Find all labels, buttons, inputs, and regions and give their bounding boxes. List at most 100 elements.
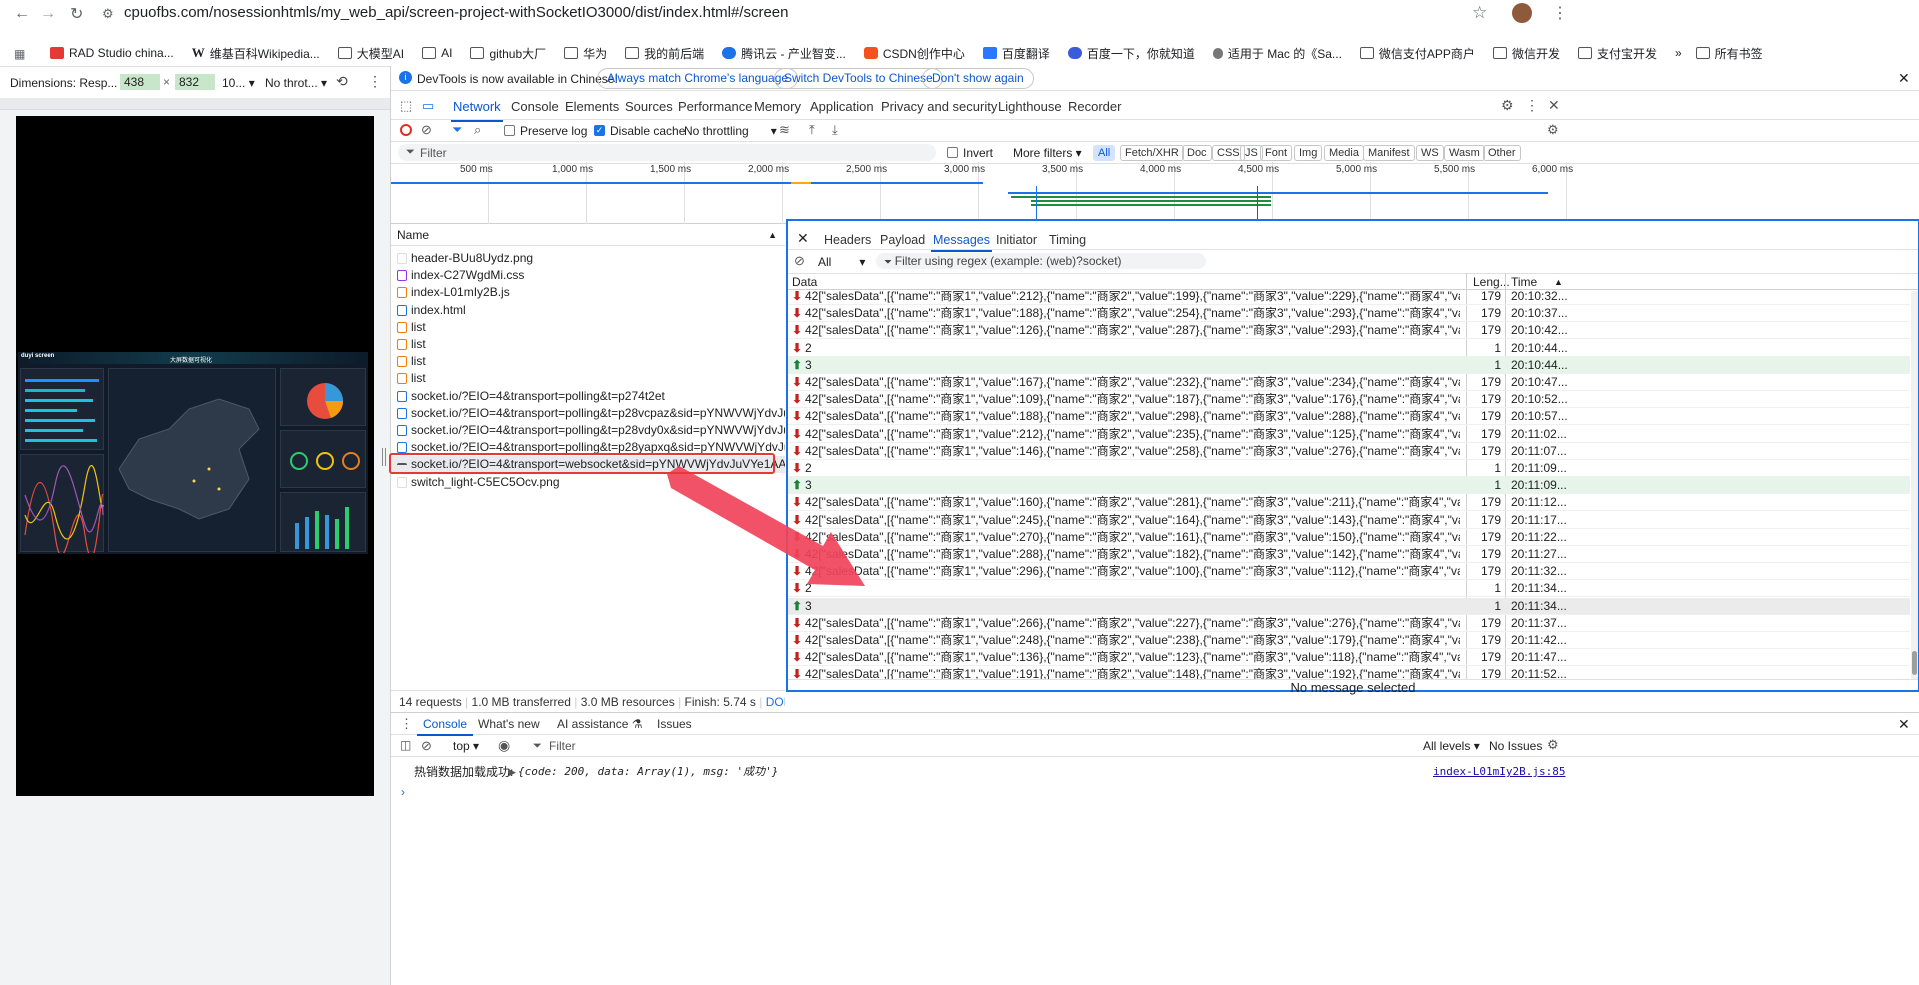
clear-icon[interactable]: ⊘	[421, 122, 432, 138]
message-row-received[interactable]: ⬇ 42["salesData",[{"name":"商家1","value":1…	[788, 443, 1910, 460]
timeline-overview[interactable]: 500 ms 1,000 ms 1,500 ms 2,000 ms 2,500 …	[391, 162, 1919, 224]
message-row-received[interactable]: ⬇ 42["salesData",[{"name":"商家1","value":1…	[788, 374, 1910, 391]
request-row[interactable]: list	[391, 336, 785, 353]
tab-application[interactable]: Application	[810, 99, 874, 114]
url-field[interactable]: cpuofbs.com/nosessionhtmls/my_web_api/sc…	[124, 4, 788, 21]
message-row-sent[interactable]: ⬆ 3 1 20:11:34...	[788, 597, 1910, 615]
tab-ai-assistance[interactable]: AI assistance ⚗	[557, 717, 642, 731]
requests-header[interactable]: Name ▲	[391, 224, 785, 246]
bookmark-folder[interactable]: 支付宝开发	[1577, 45, 1657, 62]
filter-type-img[interactable]: Img	[1294, 145, 1323, 161]
network-settings-icon[interactable]: ⚙	[1547, 122, 1559, 138]
bookmark-folder[interactable]: 微信支付APP商户	[1359, 45, 1475, 62]
bookmark-item[interactable]: 腾讯云 - 产业智变...	[722, 45, 846, 62]
filter-input[interactable]: ⏷ Filter	[398, 144, 936, 161]
bookmark-item[interactable]: 适用于 Mac 的《Sa...	[1212, 45, 1342, 62]
throttle-select[interactable]: No throt... ▾	[265, 76, 327, 90]
dimensions-select[interactable]: Dimensions: Resp... ▾	[10, 76, 127, 90]
settings-gear-icon[interactable]: ⚙	[1501, 97, 1514, 114]
console-settings-icon[interactable]: ⚙	[1547, 737, 1559, 753]
bookmark-item[interactable]: RAD Studio china...	[50, 46, 174, 60]
message-row-received[interactable]: ⬇42["salesData",[{"name":"商家1","value":2…	[788, 546, 1910, 563]
filter-icon[interactable]: ⏷	[452, 122, 462, 138]
resize-handle[interactable]	[382, 448, 386, 466]
site-info-icon[interactable]: ⚙	[102, 6, 114, 22]
clear-messages-icon[interactable]: ⊘	[794, 253, 805, 269]
filter-type-ws[interactable]: WS	[1416, 145, 1444, 161]
message-row-received[interactable]: ⬇ 2 1 20:10:44...	[788, 340, 1910, 357]
console-prompt-icon[interactable]: ›	[401, 785, 405, 799]
network-conditions-icon[interactable]: ≋	[779, 122, 790, 138]
tab-recorder[interactable]: Recorder	[1068, 99, 1121, 114]
bookmarks-overflow-button[interactable]: »	[1675, 46, 1682, 60]
switch-chinese-button[interactable]: Switch DevTools to Chinese	[774, 68, 943, 89]
import-har-icon[interactable]: ⤒	[809, 122, 815, 138]
log-source-link[interactable]: index-L01mIy2B.js:85	[1433, 763, 1565, 781]
close-drawer-icon[interactable]: ✕	[1898, 716, 1910, 733]
messages-scrollbar[interactable]	[1911, 291, 1918, 679]
tab-privacy-security[interactable]: Privacy and security	[881, 99, 997, 114]
message-row-received[interactable]: ⬇42["salesData",[{"name":"商家1","value":2…	[788, 291, 1910, 305]
eye-icon[interactable]: ◉	[498, 737, 510, 754]
bookmark-item[interactable]: W 维基百科Wikipedia...	[192, 45, 320, 62]
request-row[interactable]: list	[391, 319, 785, 336]
bookmark-folder[interactable]: github大厂	[470, 45, 546, 62]
tab-messages[interactable]: Messages	[931, 233, 992, 252]
zoom-select[interactable]: 10... ▾	[222, 76, 255, 90]
bookmark-folder[interactable]: 我的前后端	[625, 45, 704, 62]
tab-console[interactable]: Console	[511, 99, 559, 114]
height-input[interactable]: 832	[175, 74, 215, 90]
inspect-element-icon[interactable]: ⬚	[400, 98, 412, 114]
message-row-sent[interactable]: ⬆ 3 1 20:11:09...	[788, 477, 1910, 495]
console-filter-input[interactable]: Filter	[549, 739, 576, 753]
search-icon[interactable]: ⌕	[474, 122, 481, 138]
sidebar-toggle-icon[interactable]: ◫	[400, 738, 411, 752]
match-language-button[interactable]: Always match Chrome's language	[597, 68, 799, 89]
back-icon[interactable]: ←	[14, 5, 30, 23]
message-row-received[interactable]: ⬇ 2 1 20:11:34...	[788, 580, 1910, 598]
filter-type-manifest[interactable]: Manifest	[1363, 145, 1415, 161]
tab-network[interactable]: Network	[451, 99, 503, 122]
bookmark-folder[interactable]: 华为	[564, 45, 607, 62]
message-row-sent[interactable]: ⬆ 3 1 20:10:44...	[788, 356, 1910, 374]
filter-type-font[interactable]: Font	[1260, 145, 1293, 161]
filter-type-media[interactable]: Media	[1324, 145, 1364, 161]
tab-headers[interactable]: Headers	[824, 233, 871, 247]
close-devtools-icon[interactable]: ✕	[1548, 97, 1560, 114]
filter-type-doc[interactable]: Doc	[1182, 145, 1212, 161]
log-levels-select[interactable]: All levels ▾	[1423, 739, 1480, 753]
bookmark-folder[interactable]: 大模型AI	[337, 45, 404, 62]
throttling-select[interactable]: No throttling ▾	[684, 124, 777, 138]
request-row[interactable]: index-L01mIy2B.js	[391, 284, 785, 301]
record-icon[interactable]	[400, 124, 412, 136]
bookmark-star-icon[interactable]: ☆	[1472, 3, 1487, 23]
request-row[interactable]: list	[391, 353, 785, 370]
message-row-received[interactable]: ⬇ 42["salesData",[{"name":"商家1","value":1…	[788, 305, 1910, 323]
disable-cache-checkbox[interactable]: ✓	[594, 125, 605, 136]
more-menu-icon[interactable]: ⋮	[1525, 97, 1539, 114]
message-row-received[interactable]: ⬇42["salesData",[{"name":"商家1","value":2…	[788, 615, 1910, 632]
tab-sources[interactable]: Sources	[625, 99, 673, 114]
request-row[interactable]: socket.io/?EIO=4&transport=polling&t=p27…	[391, 388, 785, 405]
close-infobar-icon[interactable]: ✕	[1898, 70, 1910, 87]
message-row-received[interactable]: ⬇ 42["salesData",[{"name":"商家1","value":1…	[788, 649, 1910, 667]
bookmark-folder[interactable]: AI	[422, 46, 452, 60]
filter-type-fetch-xhr[interactable]: Fetch/XHR	[1120, 145, 1184, 161]
filter-type-wasm[interactable]: Wasm	[1444, 145, 1485, 161]
tab-issues[interactable]: Issues	[657, 717, 692, 731]
tab-memory[interactable]: Memory	[754, 99, 801, 114]
bookmark-item[interactable]: 百度一下，你就知道	[1067, 45, 1195, 62]
message-row-received[interactable]: ⬇ 42["salesData",[{"name":"商家1","value":1…	[788, 322, 1910, 340]
filter-type-other[interactable]: Other	[1483, 145, 1521, 161]
sort-ascending-icon[interactable]: ▲	[768, 224, 777, 246]
apps-grid-icon[interactable]: ▦	[14, 47, 25, 61]
log-object[interactable]: {code: 200, data: Array(1), msg: '成功'}	[518, 763, 778, 781]
preserve-log-checkbox[interactable]	[504, 125, 515, 136]
width-input[interactable]: 438	[120, 74, 160, 90]
forward-icon[interactable]: →	[40, 5, 56, 23]
message-row-received[interactable]: ⬇42["salesData",[{"name":"商家1","value":2…	[788, 632, 1910, 649]
tab-performance[interactable]: Performance	[678, 99, 752, 114]
more-options-icon[interactable]: ⋮	[368, 73, 382, 90]
clear-console-icon[interactable]: ⊘	[421, 738, 432, 754]
tab-initiator[interactable]: Initiator	[996, 233, 1037, 247]
